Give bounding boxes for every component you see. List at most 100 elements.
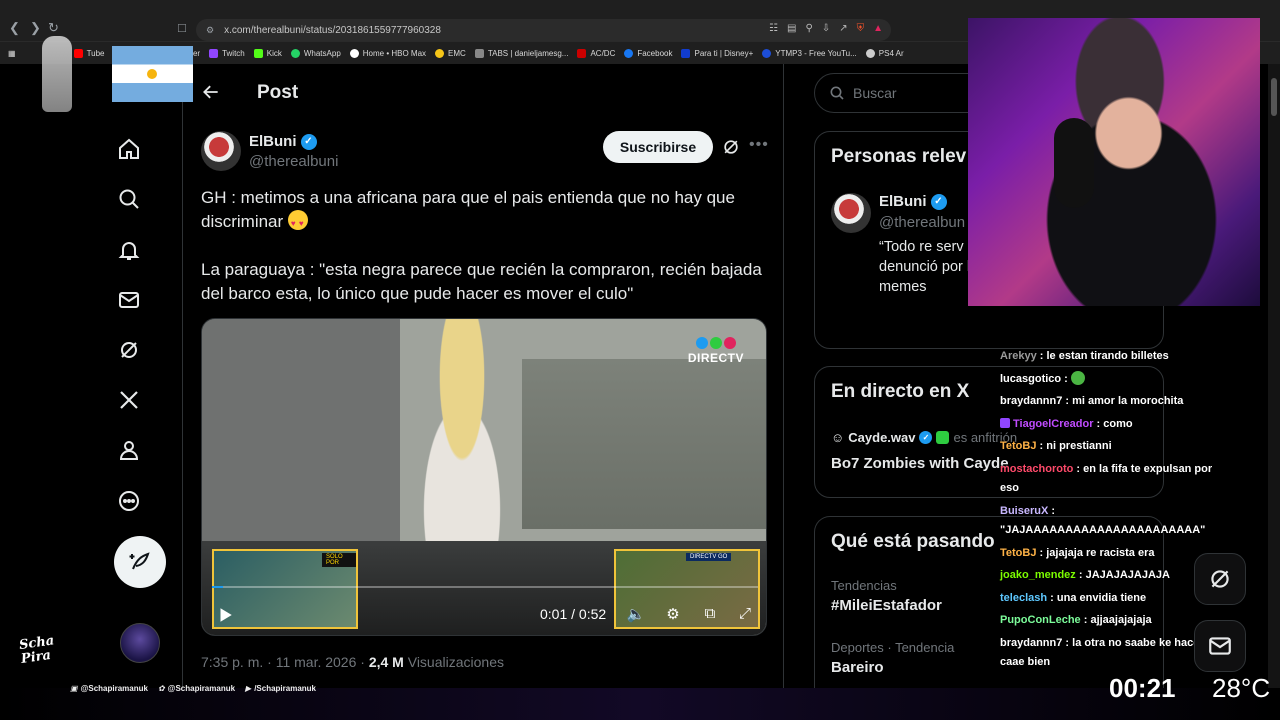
stream-clock: 00:21 <box>1109 673 1176 703</box>
fullscreen-icon[interactable]: ⤢ <box>735 605 755 625</box>
notifications-icon[interactable] <box>114 235 144 265</box>
live-stream-title[interactable]: Bo7 Zombies with Cayde <box>831 455 1009 472</box>
address-bar[interactable]: ⚙ x.com/therealbuni/status/2031861559777… <box>196 19 891 41</box>
live-host[interactable]: ☺ Cayde.wav ✓ es anfitrión <box>831 430 1017 445</box>
chat-username: braydannn7 <box>1000 636 1063 649</box>
chat-text: mi amor la morochita <box>1072 395 1184 407</box>
reload-icon[interactable]: ↻ <box>48 20 59 36</box>
site-info-icon[interactable]: ⚙ <box>206 25 214 36</box>
translate-icon[interactable]: ☷ <box>769 23 778 34</box>
video-progress-bar[interactable] <box>212 586 758 588</box>
chat-message: braydannn7 : mi amor la morochita <box>1000 395 1184 407</box>
messages-float-button[interactable] <box>1194 620 1246 672</box>
post-text-1: GH : metimos a una africana para que el … <box>201 188 735 231</box>
grok-float-button[interactable] <box>1194 553 1246 605</box>
page-scrollbar[interactable] <box>1268 64 1280 688</box>
trend-context: Deportes · Tendencia <box>831 640 955 655</box>
grok-explain-icon[interactable] <box>721 137 741 157</box>
trend-item[interactable]: #MileiEstafador <box>831 597 942 614</box>
related-avatar[interactable] <box>831 193 871 233</box>
more-options-icon[interactable] <box>114 486 144 516</box>
scrollbar-thumb[interactable] <box>1271 78 1277 116</box>
left-nav <box>0 64 183 688</box>
subscribe-button[interactable]: Suscribirse <box>603 131 713 163</box>
apps-icon[interactable]: ▦ <box>8 49 16 58</box>
video-time: 0:01 / 0:52 <box>540 606 607 622</box>
figurine-overlay <box>42 36 72 112</box>
bookmark-hbo[interactable]: Home • HBO Max <box>349 48 426 58</box>
bookmark-twitch[interactable]: Twitch <box>209 48 245 58</box>
related-handle[interactable]: @therealbun <box>879 214 965 231</box>
chat-username: Arekyy <box>1000 350 1037 362</box>
messages-icon[interactable] <box>114 285 144 315</box>
post-text-2: La paraguaya : "esta negra parece que re… <box>201 260 762 303</box>
verified-badge-icon: ✓ <box>300 133 317 150</box>
live-title: En directo en X <box>831 381 970 402</box>
search-icon[interactable] <box>114 184 144 214</box>
url-text: x.com/therealbuni/status/203186155977796… <box>224 24 441 36</box>
views-label: Visualizaciones <box>403 654 504 670</box>
share-icon[interactable]: ↗ <box>839 23 847 34</box>
picture-in-picture-icon[interactable]: ⧉ <box>700 605 720 625</box>
chat-message: mostachoroto : en la fifa te expulsan po… <box>1000 462 1213 494</box>
volume-icon[interactable]: 🔈 <box>626 605 646 625</box>
chat-text: "JAJAAAAAAAAAAAAAAAAAAAAAA" <box>1000 523 1206 536</box>
stream-chat: Arekyy : le estan tirando billetes lucasg… <box>1000 345 1230 674</box>
twitter-bird-icon: ✿ <box>157 684 165 693</box>
more-dots-icon[interactable]: ••• <box>749 136 769 154</box>
bookmark-ps4[interactable]: PS4 Ar <box>865 48 904 58</box>
instagram-icon: ▣ <box>70 684 78 693</box>
bookmark-whatsapp[interactable]: WhatsApp <box>290 48 341 58</box>
chat-username: mostachoroto <box>1000 462 1074 475</box>
trend-context: Tendencias <box>831 578 897 593</box>
live-badge-icon <box>936 431 950 444</box>
zoom-icon[interactable]: ⚲ <box>805 23 812 34</box>
screen: ❮ ❯ ↻ □ ⚙ x.com/therealbuni/status/20318… <box>0 0 1280 720</box>
chat-text: JAJAJAJAJAJA <box>1085 569 1170 581</box>
video-player[interactable]: DIRECTV SOLO POR DIRECTV GO 0:01 / 0:52 … <box>201 318 767 636</box>
bookmark-facebook[interactable]: Facebook <box>624 48 672 58</box>
post-column: Post ElBuni ✓ @therealbuni Suscribirse •… <box>184 64 784 688</box>
related-name[interactable]: ElBuni ✓ <box>879 193 947 210</box>
bookmark-emc[interactable]: EMC <box>435 48 466 58</box>
account-avatar[interactable] <box>120 623 160 663</box>
chat-username: BuiseruX <box>1000 504 1049 517</box>
verified-badge-icon: ✓ <box>930 193 947 210</box>
trend-item[interactable]: Bareiro <box>831 659 884 676</box>
post-timestamp[interactable]: 7:35 p. m. · 11 mar. 2026 · <box>201 654 369 670</box>
streamer-logo: Scha Pira <box>18 633 56 667</box>
bookmark-tabs[interactable]: TABS | danieljamesg... <box>474 48 568 58</box>
grok-icon[interactable] <box>114 335 144 365</box>
back-nav-icon[interactable]: ❮ <box>9 20 20 36</box>
bookmark-youtube[interactable]: Tube <box>73 48 105 58</box>
compose-post-button[interactable] <box>114 536 166 588</box>
back-arrow-icon[interactable] <box>201 82 221 102</box>
chat-text: le estan tirando billetes <box>1046 350 1169 362</box>
forward-nav-icon[interactable]: ❯ <box>30 20 41 36</box>
cast-icon[interactable]: ▤ <box>787 23 796 34</box>
chat-message: Arekyy : le estan tirando billetes <box>1000 350 1169 362</box>
relevant-people-title: Personas relev <box>831 146 967 167</box>
bookmark-icon[interactable]: □ <box>178 20 186 35</box>
chat-username: TetoBJ <box>1000 546 1037 559</box>
play-icon[interactable] <box>216 606 234 624</box>
chat-emote-icon <box>1070 370 1085 385</box>
author-name[interactable]: ElBuni ✓ <box>249 133 317 150</box>
bookmark-disney[interactable]: Para ti | Disney+ <box>681 48 753 58</box>
author-avatar[interactable] <box>201 131 241 171</box>
youtube-icon: ▶ <box>245 684 252 693</box>
settings-gear-icon[interactable]: ⚙ <box>663 605 683 625</box>
profile-icon[interactable] <box>114 435 144 465</box>
download-icon[interactable]: ⇩ <box>822 23 830 34</box>
argentina-flag <box>112 46 193 102</box>
bookmark-acdc[interactable]: AC/DC <box>577 48 615 58</box>
sun-icon <box>147 69 157 79</box>
bookmark-kick[interactable]: Kick <box>253 48 282 58</box>
author-handle[interactable]: @therealbuni <box>249 153 338 170</box>
brave-rewards-icon[interactable]: ▲ <box>873 23 883 34</box>
home-icon[interactable] <box>114 134 144 164</box>
x-premium-icon[interactable] <box>114 385 144 415</box>
chat-badge-icon <box>1000 417 1010 428</box>
bookmark-ytmp3[interactable]: YTMP3 - Free YouTu... <box>762 48 857 58</box>
brave-shield-icon[interactable]: ⛨ <box>857 23 865 34</box>
